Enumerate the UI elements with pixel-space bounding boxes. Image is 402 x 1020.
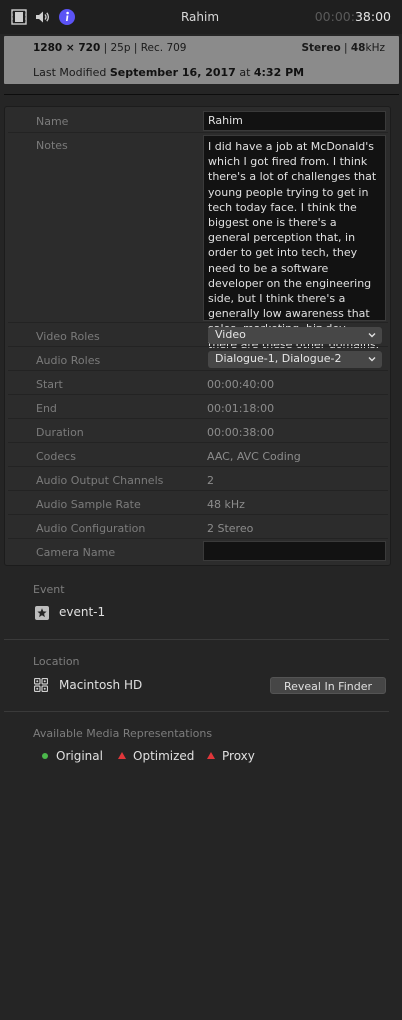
duration-row: Duration 00:00:38:00 <box>8 419 388 443</box>
clip-title: Rahim <box>180 10 220 24</box>
codecs-value: AAC, AVC Coding <box>207 450 301 463</box>
divider <box>4 711 389 712</box>
audio-roles-select[interactable]: Dialogue-1, Dialogue-2 <box>208 351 382 368</box>
location-name: Macintosh HD <box>59 678 143 692</box>
audio-sample-rate-label: Audio Sample Rate <box>36 498 141 511</box>
name-label: Name <box>36 115 69 128</box>
chevron-down-icon <box>368 357 376 362</box>
video-format-summary: 1280 × 720 | 25p | Rec. 709 <box>33 42 187 54</box>
start-row: Start 00:00:40:00 <box>8 371 388 395</box>
audio-output-channels-label: Audio Output Channels <box>36 474 164 487</box>
media-representations-label: Available Media Representations <box>33 727 213 740</box>
available-status-icon <box>42 752 48 759</box>
properties-table: Name Rahim Notes I did have a job at McD… <box>4 106 391 566</box>
location-section-label: Location <box>33 655 80 668</box>
event-name: event-1 <box>59 605 106 619</box>
video-roles-label: Video Roles <box>36 330 100 343</box>
video-roles-row: Video Roles Video <box>8 323 388 347</box>
representation-proxy: Proxy <box>207 749 255 763</box>
video-roles-select[interactable]: Video <box>208 327 382 344</box>
notes-row: Notes I did have a job at McDonald's whi… <box>8 133 388 351</box>
audio-output-channels-value: 2 <box>207 474 214 487</box>
name-field[interactable]: Rahim <box>203 111 386 131</box>
end-row: End 00:01:18:00 <box>8 395 388 419</box>
start-value: 00:00:40:00 <box>207 378 275 391</box>
notes-field[interactable]: I did have a job at McDonald's which I g… <box>203 135 386 351</box>
missing-status-icon <box>207 752 215 759</box>
audio-output-channels-row: Audio Output Channels 2 <box>8 467 388 491</box>
clip-info-header: 1280 × 720 | 25p | Rec. 709 Stereo | 48k… <box>4 36 399 84</box>
end-label: End <box>36 402 57 415</box>
audio-configuration-value: 2 Stereo <box>207 522 254 535</box>
reveal-in-finder-button[interactable]: Reveal In Finder <box>270 677 386 694</box>
representation-optimized: Optimized <box>118 749 194 763</box>
event-section-label: Event <box>33 583 65 596</box>
start-label: Start <box>36 378 63 391</box>
last-modified: Last Modified September 16, 2017 at 4:32… <box>33 66 305 79</box>
audio-sample-rate-row: Audio Sample Rate 48 kHz <box>8 491 388 515</box>
duration-value: 00:00:38:00 <box>207 426 275 439</box>
audio-sample-rate-value: 48 kHz <box>207 498 245 511</box>
audio-roles-value: Dialogue-1, Dialogue-2 <box>215 352 342 365</box>
divider <box>4 639 389 640</box>
end-value: 00:01:18:00 <box>207 402 275 415</box>
audio-configuration-row: Audio Configuration 2 Stereo <box>8 515 388 539</box>
divider <box>4 94 399 95</box>
timecode-display: 00:00:38:00 <box>314 9 391 24</box>
notes-label: Notes <box>36 139 68 152</box>
video-roles-value: Video <box>215 328 246 341</box>
codecs-label: Codecs <box>36 450 76 463</box>
representation-original: Original <box>42 749 103 763</box>
audio-roles-label: Audio Roles <box>36 354 101 367</box>
info-icon[interactable] <box>58 8 76 26</box>
duration-label: Duration <box>36 426 84 439</box>
audio-configuration-label: Audio Configuration <box>36 522 146 535</box>
chevron-down-icon <box>368 333 376 338</box>
star-icon <box>35 606 49 620</box>
inspector-toolbar: Rahim 00:00:38:00 <box>0 0 402 34</box>
audio-roles-row: Audio Roles Dialogue-1, Dialogue-2 <box>8 347 388 371</box>
storage-icon <box>33 677 49 693</box>
camera-name-field[interactable] <box>203 541 386 561</box>
name-row: Name Rahim <box>8 109 388 133</box>
film-icon[interactable] <box>10 8 28 26</box>
codecs-row: Codecs AAC, AVC Coding <box>8 443 388 467</box>
audio-format-summary: Stereo | 48kHz <box>301 42 385 54</box>
missing-status-icon <box>118 752 126 759</box>
camera-name-row: Camera Name <box>8 539 388 563</box>
camera-name-label: Camera Name <box>36 546 116 559</box>
speaker-icon[interactable] <box>34 8 52 26</box>
